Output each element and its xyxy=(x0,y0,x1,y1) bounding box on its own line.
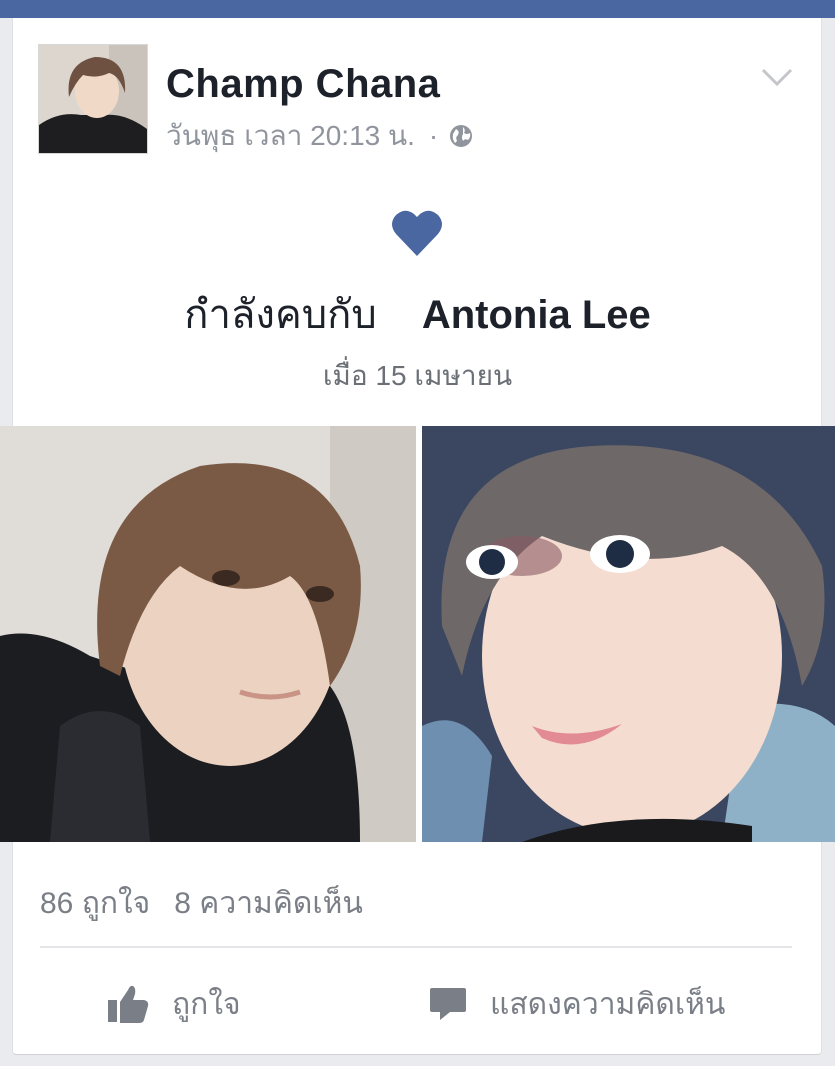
post-meta: วันพุธ เวลา 20:13 น. · xyxy=(166,114,474,158)
comment-label: แสดงความคิดเห็น xyxy=(490,987,726,1021)
like-label: ถูกใจ xyxy=(172,987,241,1021)
photo-right[interactable] xyxy=(422,426,835,842)
photo-left[interactable] xyxy=(0,426,416,842)
globe-icon[interactable] xyxy=(448,123,474,149)
chevron-down-icon[interactable] xyxy=(760,66,794,88)
meta-separator: · xyxy=(428,120,439,151)
like-button[interactable]: ถูกใจ xyxy=(106,982,241,1026)
thumbs-up-icon xyxy=(108,985,149,1023)
partner-name[interactable]: Antonia Lee xyxy=(422,293,651,337)
author-name[interactable]: Champ Chana xyxy=(166,62,440,107)
relationship-line: กำลังคบกับ Antonia Lee xyxy=(0,282,835,346)
engagement-stats: 86 ถูกใจ 8 ความคิดเห็น xyxy=(40,880,363,927)
avatar[interactable] xyxy=(38,44,148,154)
divider xyxy=(40,946,792,948)
comment-button[interactable]: แสดงความคิดเห็น xyxy=(428,982,725,1026)
relationship-text: กำลังคบกับ xyxy=(184,293,377,337)
heart-icon xyxy=(392,210,442,256)
post-timestamp[interactable]: วันพุธ เวลา 20:13 น. xyxy=(166,114,415,158)
comments-count[interactable]: 8 ความคิดเห็น xyxy=(174,887,363,920)
relationship-since: เมื่อ 15 เมษายน xyxy=(322,360,513,391)
comment-bubble-icon xyxy=(430,988,466,1020)
likes-count[interactable]: 86 ถูกใจ xyxy=(40,887,150,920)
top-bar xyxy=(0,0,835,18)
